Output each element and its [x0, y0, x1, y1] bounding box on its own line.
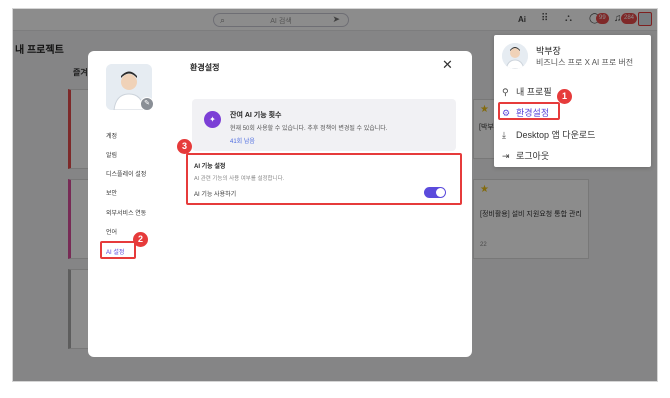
menu-item-label: Desktop 앱 다운로드 [516, 130, 596, 140]
menu-item-logout[interactable]: ⇥ 로그아웃 [502, 149, 549, 162]
person-icon: ⚲ [502, 87, 509, 97]
sidebar-item-display[interactable]: 디스플레이 설정 [106, 169, 146, 178]
menu-item-label: 로그아웃 [516, 151, 550, 161]
user-menu-avatar [502, 43, 528, 69]
user-plan: 비즈니스 프로 X AI 프로 버전 [536, 58, 634, 67]
menu-item-label: 내 프로필 [516, 87, 552, 97]
highlight-box-ai-settings [100, 241, 136, 259]
user-name: 박부장 [536, 46, 561, 56]
usage-remaining: 41회 남음 [230, 139, 255, 145]
sidebar-item-security[interactable]: 보안 [106, 188, 117, 197]
sparkle-icon: ✦ [204, 111, 221, 128]
edit-photo-icon[interactable]: ✎ [140, 97, 154, 111]
app-window: ⌕ AI 검색 ➤ Ai ⠿ ⛬ ◯ 99 ♫ 284 내 프로젝트 즐겨 ★ … [12, 8, 658, 382]
logout-icon: ⇥ [502, 151, 510, 161]
download-icon: ⤓ [502, 130, 506, 140]
setting-title: AI 기능 설정 [194, 164, 226, 170]
ai-usage-panel: ✦ 잔여 AI 기능 횟수 현재 50회 사용할 수 있습니다. 추후 정책이 … [192, 99, 456, 151]
sidebar-item-notifications[interactable]: 알림 [106, 150, 117, 159]
step-marker-1: 1 [557, 89, 572, 104]
menu-item-desktop-download[interactable]: ⤓ Desktop 앱 다운로드 [502, 128, 595, 141]
ai-feature-toggle[interactable] [424, 187, 446, 198]
modal-title: 환경설정 [190, 63, 220, 72]
ai-settings-content: ✦ 잔여 AI 기능 횟수 현재 50회 사용할 수 있습니다. 추후 정책이 … [178, 81, 472, 357]
sidebar-item-integrations[interactable]: 외부서비스 연동 [106, 208, 146, 217]
usage-title: 잔여 AI 기능 횟수 [230, 112, 282, 119]
menu-item-my-profile[interactable]: ⚲ 내 프로필 [502, 85, 552, 98]
highlight-box-settings [498, 102, 560, 120]
toggle-label: AI 기능 사용하기 [194, 192, 237, 198]
modal-header: 환경설정 ✕ [88, 51, 472, 81]
user-menu-dropdown: 박부장 비즈니스 프로 X AI 프로 버전 ⚲ 내 프로필 ⚙ 환경설정 ⤓ Des… [494, 35, 651, 167]
settings-modal: ✎ 계정 알림 디스플레이 설정 보안 외부서비스 연동 언어 AI 설정 환경… [88, 51, 472, 357]
toggle-knob [436, 188, 445, 197]
ai-feature-setting: AI 기능 설정 AI 관련 기능의 사용 여부를 설정합니다. AI 기능 사… [186, 153, 462, 205]
sidebar-item-account[interactable]: 계정 [106, 131, 117, 140]
step-marker-3: 3 [177, 139, 192, 154]
usage-description: 현재 50회 사용할 수 있습니다. 추후 정책이 변경될 수 있습니다. [230, 126, 388, 132]
sidebar-item-language[interactable]: 언어 [106, 227, 117, 236]
setting-hint: AI 관련 기능의 사용 여부를 설정합니다. [194, 176, 285, 182]
step-marker-2: 2 [133, 232, 148, 247]
close-icon[interactable]: ✕ [442, 57, 453, 73]
settings-sidebar: ✎ 계정 알림 디스플레이 설정 보안 외부서비스 연동 언어 AI 설정 [88, 51, 173, 357]
